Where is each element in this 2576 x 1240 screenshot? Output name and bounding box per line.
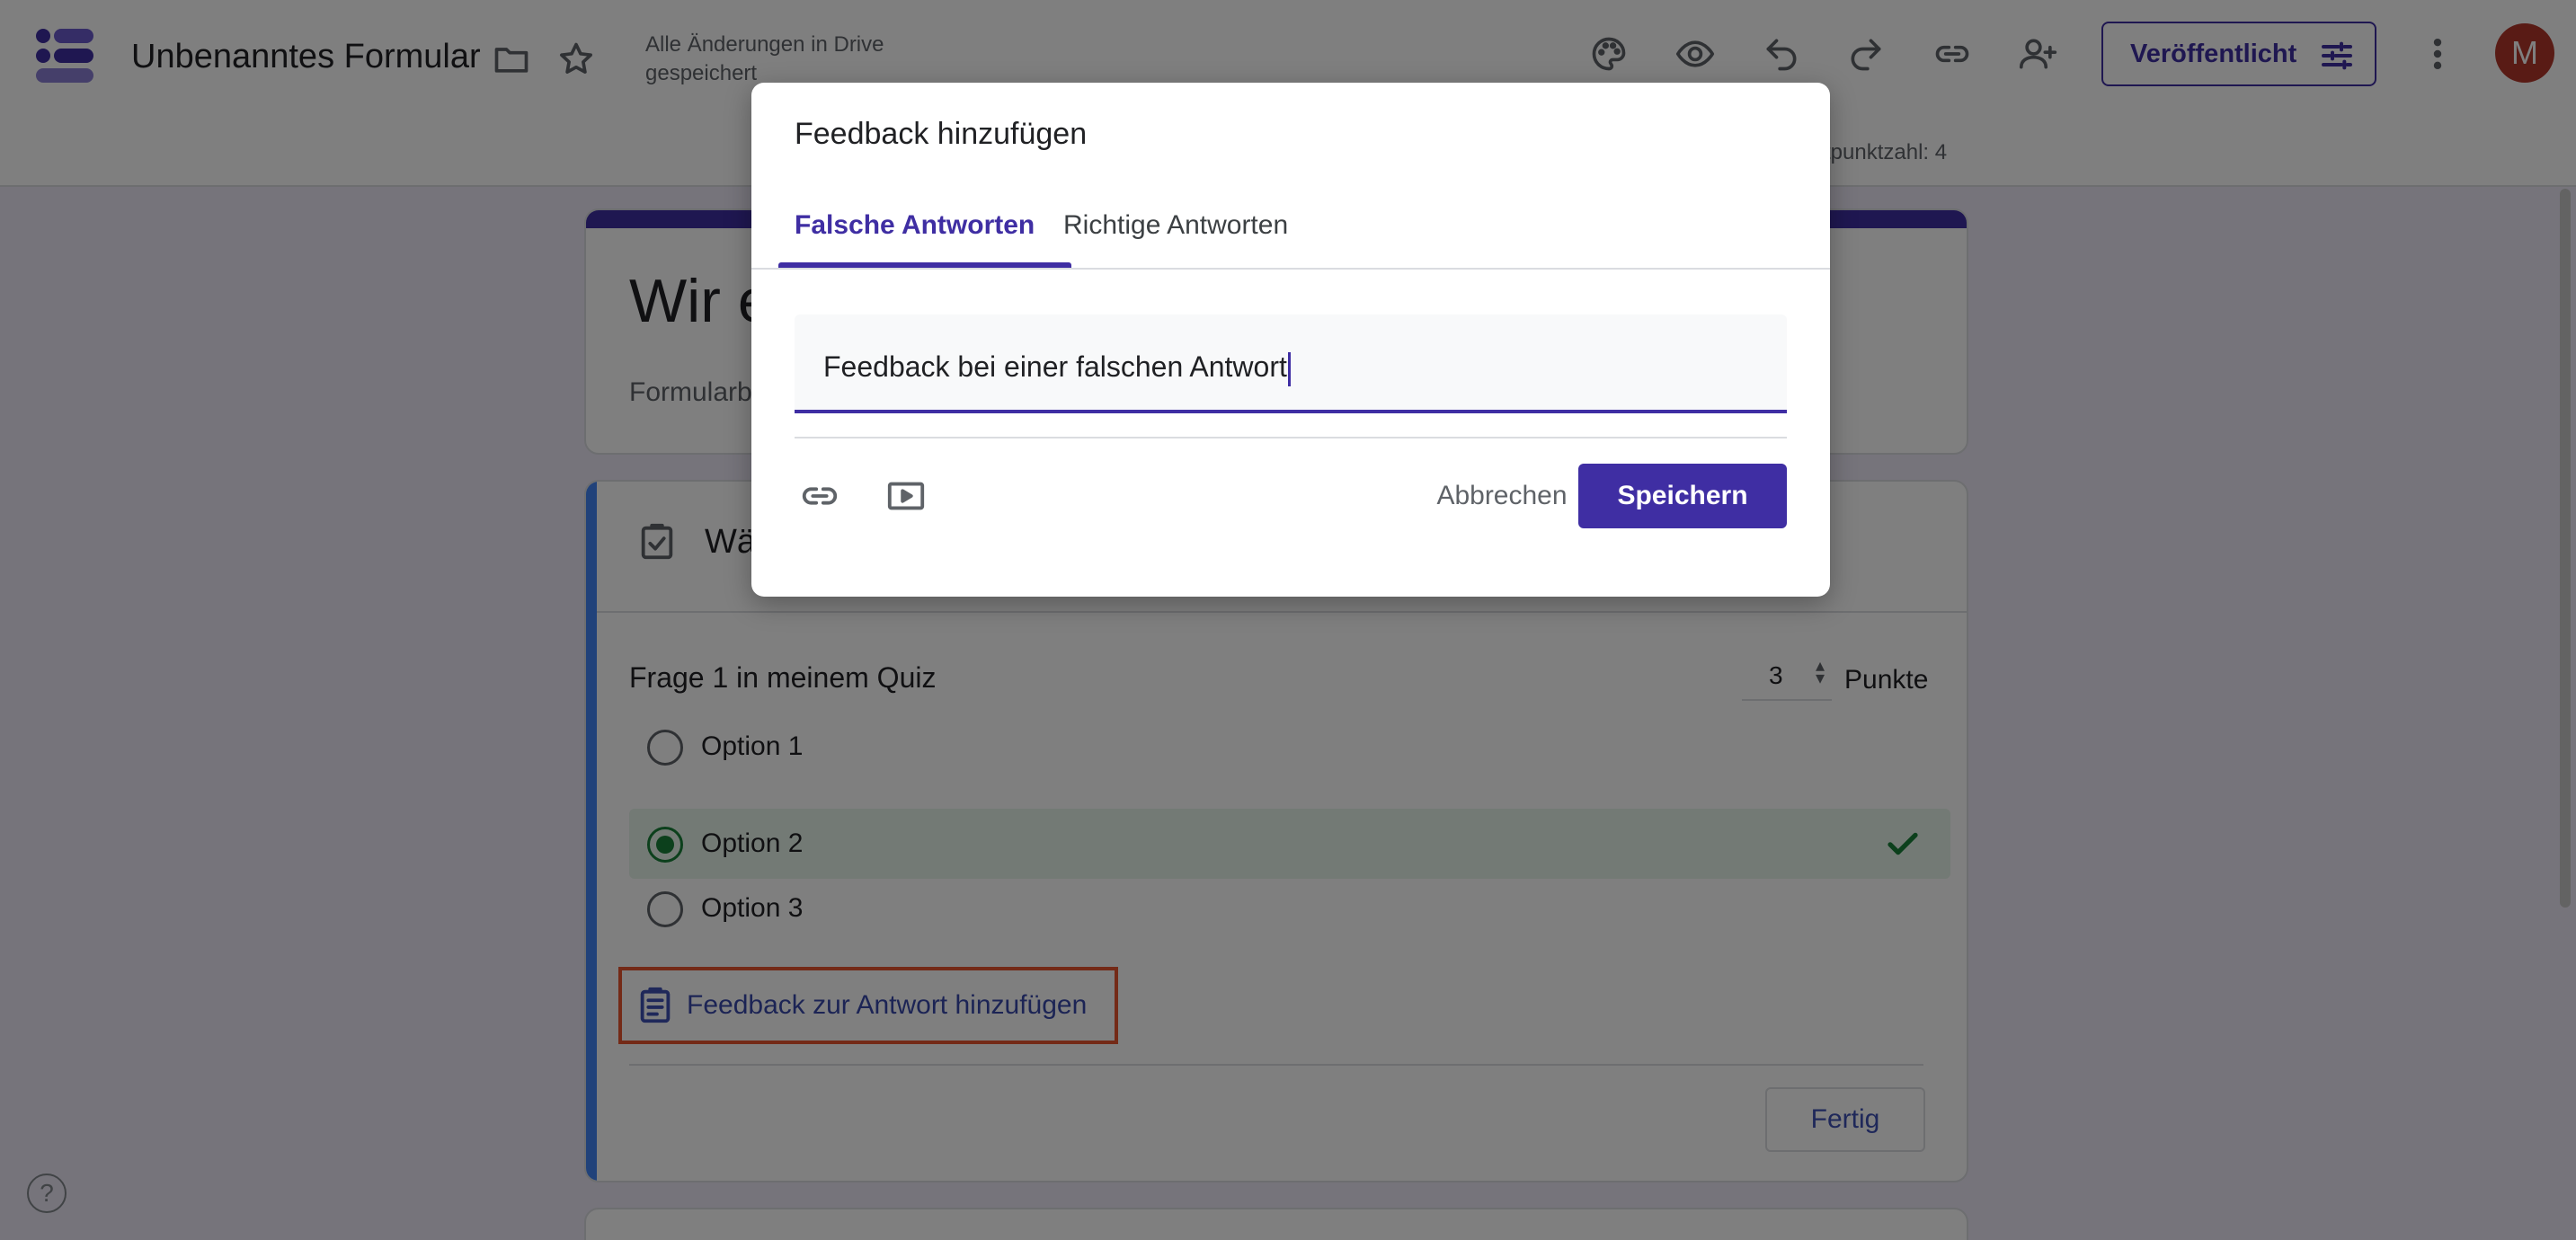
cancel-button[interactable]: Abbrechen — [1399, 464, 1605, 528]
tab-correct-answers[interactable]: Richtige Antworten — [1063, 210, 1288, 241]
text-caret — [1287, 351, 1291, 386]
feedback-text-value: Feedback bei einer falschen Antwort — [823, 350, 1287, 383]
insert-link-icon[interactable] — [795, 471, 845, 521]
feedback-text-wrapper: Feedback bei einer falschen Antwort — [823, 350, 1291, 386]
dialog-title: Feedback hinzufügen — [795, 117, 1088, 151]
divider — [795, 437, 1787, 438]
save-button[interactable]: Speichern — [1578, 464, 1787, 528]
feedback-text-input[interactable]: Feedback bei einer falschen Antwort — [795, 314, 1787, 413]
divider — [751, 268, 1830, 270]
feedback-dialog: Feedback hinzufügen Falsche Antworten Ri… — [751, 83, 1830, 597]
insert-video-icon[interactable] — [881, 471, 931, 521]
tab-wrong-answers[interactable]: Falsche Antworten — [795, 210, 1035, 241]
